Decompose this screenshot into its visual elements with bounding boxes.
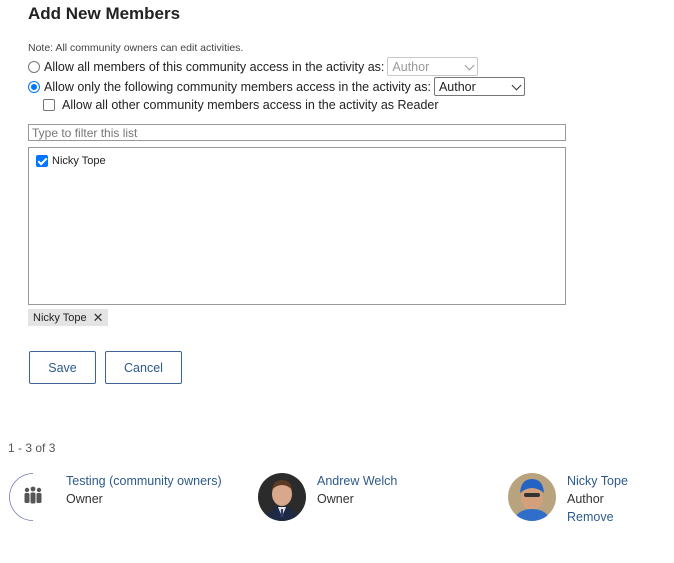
list-item-label: Nicky Tope bbox=[52, 155, 106, 167]
selected-tag-label: Nicky Tope bbox=[33, 311, 87, 324]
avatar[interactable] bbox=[508, 473, 556, 521]
option-all-role-select[interactable]: Author bbox=[387, 57, 479, 76]
member-name-link[interactable]: Andrew Welch bbox=[317, 474, 397, 488]
list-item-checkbox[interactable] bbox=[36, 155, 48, 167]
chevron-down-icon bbox=[464, 60, 475, 70]
member-role: Owner bbox=[317, 492, 354, 506]
selected-tag: Nicky Tope ✕ bbox=[28, 309, 108, 326]
results-count: 1 - 3 of 3 bbox=[8, 441, 56, 455]
option-following-role-select[interactable]: Author bbox=[433, 77, 525, 96]
group-icon bbox=[8, 472, 58, 522]
list-item[interactable]: Nicky Tope bbox=[36, 155, 106, 167]
member-role: Author bbox=[567, 492, 604, 506]
member-role: Owner bbox=[66, 492, 103, 506]
member-name-link[interactable]: Testing (community owners) bbox=[66, 474, 222, 488]
reader-checkbox[interactable] bbox=[43, 99, 55, 111]
option-following-role-value: Author bbox=[438, 79, 476, 94]
remove-link[interactable]: Remove bbox=[567, 510, 614, 524]
chevron-down-icon bbox=[511, 80, 522, 90]
filter-input[interactable] bbox=[28, 124, 566, 141]
option-following-row: Allow only the following community membe… bbox=[28, 77, 525, 96]
option-all-row: Allow all members of this community acce… bbox=[28, 57, 479, 76]
reader-label: Allow all other community members access… bbox=[62, 98, 439, 112]
close-icon[interactable]: ✕ bbox=[93, 311, 104, 324]
cancel-button[interactable]: Cancel bbox=[105, 351, 182, 384]
member-card bbox=[8, 472, 58, 522]
option-all-radio[interactable] bbox=[28, 60, 40, 73]
option-following-radio[interactable] bbox=[28, 80, 40, 93]
member-listbox[interactable]: Nicky Tope bbox=[28, 147, 566, 305]
option-all-role-value: Author bbox=[392, 59, 430, 74]
member-name-link[interactable]: Nicky Tope bbox=[567, 474, 628, 488]
note-text: Note: All community owners can edit acti… bbox=[28, 42, 244, 54]
reader-row: Allow all other community members access… bbox=[43, 98, 439, 112]
option-following-label: Allow only the following community membe… bbox=[44, 79, 431, 94]
save-button[interactable]: Save bbox=[29, 351, 96, 384]
option-all-label: Allow all members of this community acce… bbox=[44, 59, 385, 74]
page-title: Add New Members bbox=[28, 4, 181, 23]
avatar[interactable] bbox=[258, 473, 306, 521]
